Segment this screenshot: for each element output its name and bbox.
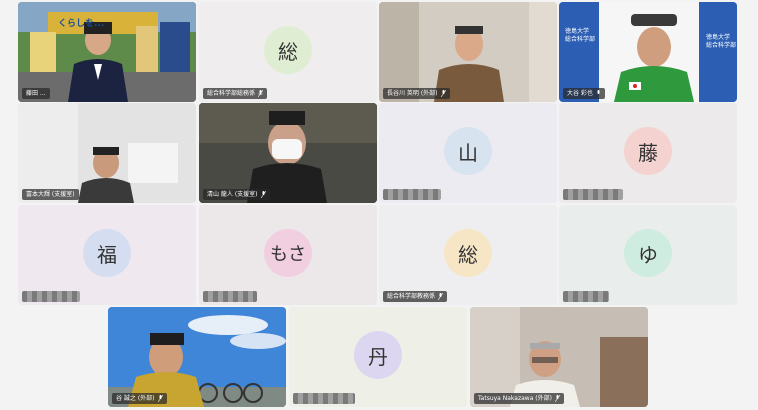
banner-text: くらしを... (58, 19, 105, 29)
logo-text: 徳島大学 総合科学部 (565, 28, 595, 44)
avatar: 藤 (624, 127, 672, 175)
participant-name: 谷 誠之 (外部) (112, 393, 167, 404)
participant-name: 総合科学部教務係 (383, 291, 448, 302)
mic-off-icon (260, 191, 266, 198)
participant-video (470, 307, 648, 407)
participant-tile-14[interactable]: 丹 (289, 307, 467, 407)
participant-name: Tatsuya Nakazawa (外部) (474, 393, 564, 404)
participant-tile-13[interactable]: 谷 誠之 (外部) (108, 307, 286, 407)
participant-tile-4[interactable]: 徳島大学 総合科学部 徳島大学 総合科学部 大谷 彩也 (559, 2, 737, 102)
participant-name-text: 清山 龍人 (支援室) (207, 191, 258, 198)
participant-name: 総合科学部総務係 (203, 88, 268, 99)
participant-name: 長谷川 英明 (外部) (383, 88, 450, 99)
avatar: もさ (264, 229, 312, 277)
participant-name: 富本大輝 (支援室) (22, 189, 79, 200)
participant-name-redacted (293, 393, 355, 404)
mic-off-icon (258, 90, 264, 97)
avatar: 山 (444, 127, 492, 175)
participant-video (199, 103, 377, 203)
mic-off-icon (438, 293, 444, 300)
avatar: ゆ (624, 229, 672, 277)
mic-off-icon (157, 395, 163, 402)
participant-video (379, 2, 557, 102)
participant-name: 清山 龍人 (支援室) (203, 189, 270, 200)
participant-name-text: 藤田 ... (26, 90, 46, 97)
participant-name: 藤田 ... (22, 88, 50, 99)
participant-name-redacted (203, 291, 257, 302)
participant-tile-9[interactable]: 福 (18, 205, 196, 305)
avatar: 総 (444, 229, 492, 277)
participant-name-text: 谷 誠之 (外部) (116, 395, 155, 402)
participant-tile-7[interactable]: 山 (379, 103, 557, 203)
participant-video (18, 103, 196, 203)
avatar-initial: ゆ (638, 242, 658, 267)
avatar-initial: 福 (97, 242, 117, 267)
participant-tile-11[interactable]: 総 総合科学部教務係 (379, 205, 557, 305)
participant-tile-5[interactable]: 富本大輝 (支援室) (18, 103, 196, 203)
avatar-initial: 総 (458, 242, 478, 267)
logo-text-right: 徳島大学 総合科学部 (706, 34, 736, 50)
microphone-icon (596, 90, 601, 97)
participant-name-redacted (563, 291, 609, 302)
avatar-initial: 総 (278, 39, 298, 64)
participant-tile-12[interactable]: ゆ (559, 205, 737, 305)
avatar-initial: もさ (270, 244, 306, 265)
participant-name-text: 総合科学部教務係 (387, 293, 436, 300)
avatar: 総 (264, 26, 312, 74)
participant-name-text: 総合科学部総務係 (207, 90, 256, 97)
participant-name-text: 大谷 彩也 (567, 90, 593, 97)
participant-tile-10[interactable]: もさ (199, 205, 377, 305)
logo-line-2: 総合科学部 (565, 36, 596, 43)
avatar: 福 (83, 229, 131, 277)
participant-name-text: 長谷川 英明 (外部) (387, 90, 438, 97)
participant-video (108, 307, 286, 407)
participant-name-redacted (22, 291, 80, 302)
avatar-initial: 藤 (638, 140, 658, 165)
avatar: 丹 (354, 331, 402, 379)
participant-name-redacted (383, 189, 441, 200)
avatar-initial: 丹 (368, 344, 388, 369)
participant-name-text: Tatsuya Nakazawa (外部) (478, 395, 552, 402)
participant-name: 大谷 彩也 (563, 88, 605, 99)
participant-tile-3[interactable]: 長谷川 英明 (外部) (379, 2, 557, 102)
participant-name-text: 富本大輝 (支援室) (26, 191, 75, 198)
participant-tile-8[interactable]: 藤 (559, 103, 737, 203)
participant-tile-2[interactable]: 総 総合科学部総務係 (199, 2, 377, 102)
avatar-initial: 山 (458, 140, 478, 165)
participant-name-redacted (563, 189, 623, 200)
participant-video (559, 2, 737, 102)
logo-line-1: 徳島大学 (565, 28, 590, 35)
mic-off-icon (440, 90, 446, 97)
logo-line-2: 総合科学部 (706, 42, 737, 49)
participant-tile-6[interactable]: 清山 龍人 (支援室) (199, 103, 377, 203)
logo-line-1: 徳島大学 (706, 34, 731, 41)
participant-video (18, 2, 196, 102)
mic-off-icon (554, 395, 560, 402)
participant-tile-1[interactable]: くらしを... 藤田 ... (18, 2, 196, 102)
participant-tile-15[interactable]: Tatsuya Nakazawa (外部) (470, 307, 648, 407)
